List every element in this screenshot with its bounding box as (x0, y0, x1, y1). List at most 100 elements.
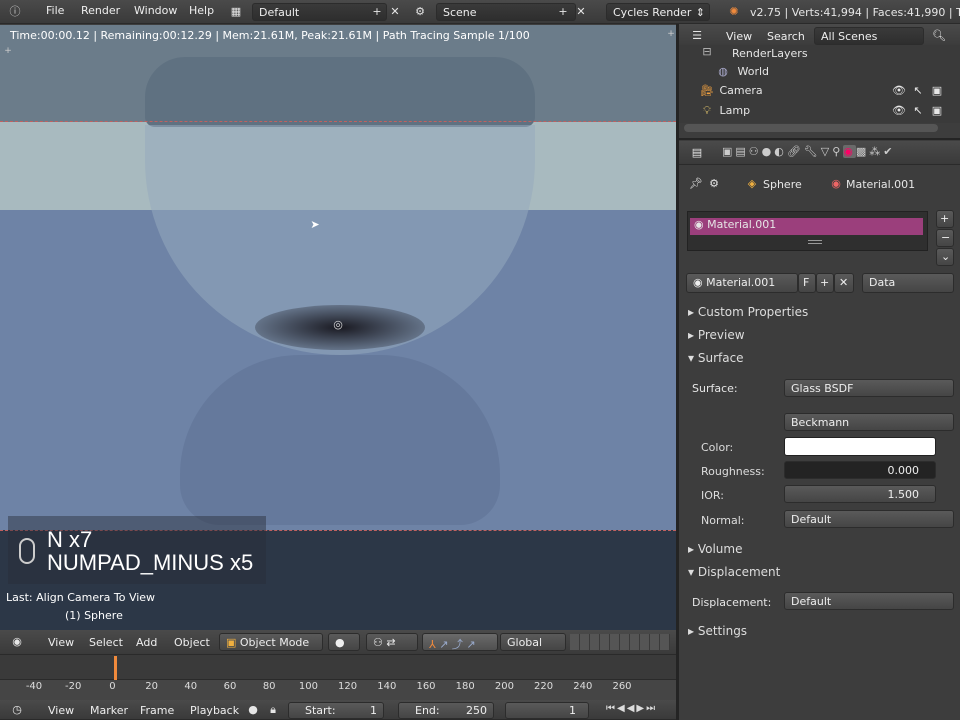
end-frame-value: 250 (466, 704, 487, 717)
timeline-tick-label: 200 (494, 681, 514, 692)
properties-editor-icon[interactable]: ▤ (690, 146, 704, 160)
surface-shader-select[interactable]: Glass BSDF (784, 379, 954, 397)
screen-layout-icon[interactable]: ▦ (229, 5, 243, 19)
render-camera-icon[interactable]: ▣ (930, 104, 944, 118)
menu-render[interactable]: Render (81, 4, 120, 17)
outliner-editor-icon[interactable]: ☰ (690, 29, 704, 43)
menu-view3d-object[interactable]: Object (174, 636, 210, 649)
menu-file[interactable]: File (46, 4, 64, 17)
material-datablock-select[interactable]: ◉ Material.001 (686, 273, 798, 293)
material-slot-item[interactable]: ◉ Material.001 (690, 218, 923, 235)
panel-surface[interactable]: ▾ Surface (688, 351, 744, 365)
new-material-button[interactable]: + (816, 273, 834, 293)
remove-layout-icon[interactable]: ✕ (388, 5, 402, 19)
menu-timeline-frame[interactable]: Frame (140, 704, 174, 717)
normal-label: Normal: (701, 514, 745, 527)
unlink-material-button[interactable]: ✕ (834, 273, 854, 293)
slot-specials-button[interactable]: ⌄ (936, 248, 954, 266)
material-tab-icon[interactable]: ◉ (843, 145, 856, 158)
interaction-mode-select[interactable]: ▣ Object Mode (219, 633, 323, 651)
lamp-icon: 💡︎ (703, 104, 711, 117)
blender-logo-icon: ✺ (729, 5, 739, 18)
panel-label: Preview (697, 328, 745, 342)
cursor-select-icon[interactable]: ↖ (911, 104, 925, 118)
outliner-row-camera[interactable]: 🎥︎ Camera 👁︎ ↖ ▣ (700, 84, 955, 102)
pivot-select[interactable]: ⚇ ⇄ (366, 633, 418, 651)
panel-volume[interactable]: ▸ Volume (688, 542, 742, 556)
timeline-playhead[interactable] (114, 656, 117, 680)
menu-timeline-marker[interactable]: Marker (90, 704, 128, 717)
editor-type-3d-icon[interactable]: ◉ (10, 635, 24, 649)
add-scene-icon[interactable]: + (556, 5, 570, 19)
fake-user-button[interactable]: F (798, 273, 816, 293)
playback-controls[interactable]: ⏮◀◀▶⏭ (606, 703, 657, 714)
color-swatch[interactable] (784, 437, 936, 456)
panel-preview[interactable]: ▸ Preview (688, 328, 745, 342)
normal-select[interactable]: Default (784, 510, 954, 528)
info-editor-icon[interactable]: ⓘ (8, 5, 22, 19)
displacement-select[interactable]: Default (784, 592, 954, 610)
renderlayers-icon: ⊟ (702, 45, 712, 58)
add-layout-icon[interactable]: + (370, 5, 384, 19)
menu-window[interactable]: Window (134, 4, 177, 17)
panel-label: Displacement (697, 565, 781, 579)
distribution-value: Beckmann (791, 416, 850, 429)
render-engine-select[interactable]: Cycles Render ⇕ (606, 3, 710, 21)
eye-icon[interactable]: 👁︎ (892, 104, 906, 118)
outliner-row-renderlayers[interactable]: ⊟ RenderLayers (700, 45, 940, 63)
manipulator-toggles[interactable]: ⅄ ↗ ⤴ ↗ (422, 633, 498, 651)
area-corner-plus-left-icon[interactable]: + (1, 44, 15, 58)
panel-displacement[interactable]: ▾ Displacement (688, 565, 780, 579)
start-frame-field[interactable]: Start: 1 (288, 702, 384, 719)
current-frame-field[interactable]: 1 (505, 702, 589, 719)
pin-icon[interactable]: 📌︎ (689, 177, 703, 191)
timeline-editor-icon[interactable]: ◷ (10, 703, 24, 717)
scene-icon[interactable]: ⚙ (413, 5, 427, 19)
eye-icon[interactable]: 👁︎ (892, 84, 906, 98)
roughness-slider[interactable]: 0.000 (784, 461, 936, 479)
outliner-item-label: Camera (719, 84, 763, 97)
menu-outliner-view[interactable]: View (726, 30, 752, 43)
panel-custom-properties[interactable]: ▸ Custom Properties (688, 305, 808, 319)
distribution-select[interactable]: Beckmann (784, 413, 954, 431)
outliner-row-world[interactable]: ◍ World (716, 65, 936, 83)
search-icon[interactable]: 🔍︎ (932, 29, 946, 43)
menu-timeline-view[interactable]: View (48, 704, 74, 717)
translate-icon: ↗ ⤴ ↗ (439, 638, 476, 651)
interaction-mode-value: Object Mode (239, 636, 310, 649)
layer-buttons[interactable] (570, 634, 670, 650)
outliner-filter-select[interactable]: All Scenes (814, 27, 924, 45)
menu-timeline-playback[interactable]: Playback (190, 704, 239, 717)
panel-label: Custom Properties (697, 305, 809, 319)
menu-view3d-select[interactable]: Select (89, 636, 123, 649)
add-slot-button[interactable]: + (936, 210, 954, 228)
transform-orientation-select[interactable]: Global (500, 633, 566, 651)
outliner-row-lamp[interactable]: 💡︎ Lamp 👁︎ ↖ ▣ (700, 104, 955, 122)
ior-field[interactable]: 1.500 (784, 485, 936, 503)
outliner-scrollbar[interactable] (684, 124, 938, 132)
render-camera-icon[interactable]: ▣ (930, 84, 944, 98)
menu-view3d-view[interactable]: View (48, 636, 74, 649)
record-icon[interactable]: ● (246, 703, 260, 717)
context-tabs[interactable]: ▣▤⚇●◐🔗︎🔧︎▽⚲◉▩⁂✔ (722, 145, 896, 158)
menu-help[interactable]: Help (189, 4, 214, 17)
list-resize-handle[interactable] (808, 240, 822, 244)
remove-scene-icon[interactable]: ✕ (574, 5, 588, 19)
material-link-select[interactable]: Data (862, 273, 954, 293)
menu-outliner-search[interactable]: Search (767, 30, 805, 43)
timeline-tick-label: 140 (377, 681, 397, 692)
screen-layout-select[interactable]: Default (252, 3, 387, 21)
remove-slot-button[interactable]: − (936, 229, 954, 247)
panel-settings[interactable]: ▸ Settings (688, 624, 747, 638)
world-icon: ◍ (718, 65, 728, 78)
scene-select[interactable]: Scene (436, 3, 576, 21)
outliner-item-label: Lamp (719, 104, 751, 117)
cursor-select-icon[interactable]: ↖ (911, 84, 925, 98)
scene-stats: v2.75 | Verts:41,994 | Faces:41,990 | Tr… (750, 6, 960, 19)
keying-lock-icon[interactable]: 🔒︎ (266, 703, 280, 717)
viewport-shading-select[interactable]: ● (328, 633, 360, 651)
end-frame-field[interactable]: End: 250 (398, 702, 494, 719)
normal-value: Default (791, 513, 832, 526)
timeline-tick-label: 260 (612, 681, 632, 692)
menu-view3d-add[interactable]: Add (136, 636, 157, 649)
